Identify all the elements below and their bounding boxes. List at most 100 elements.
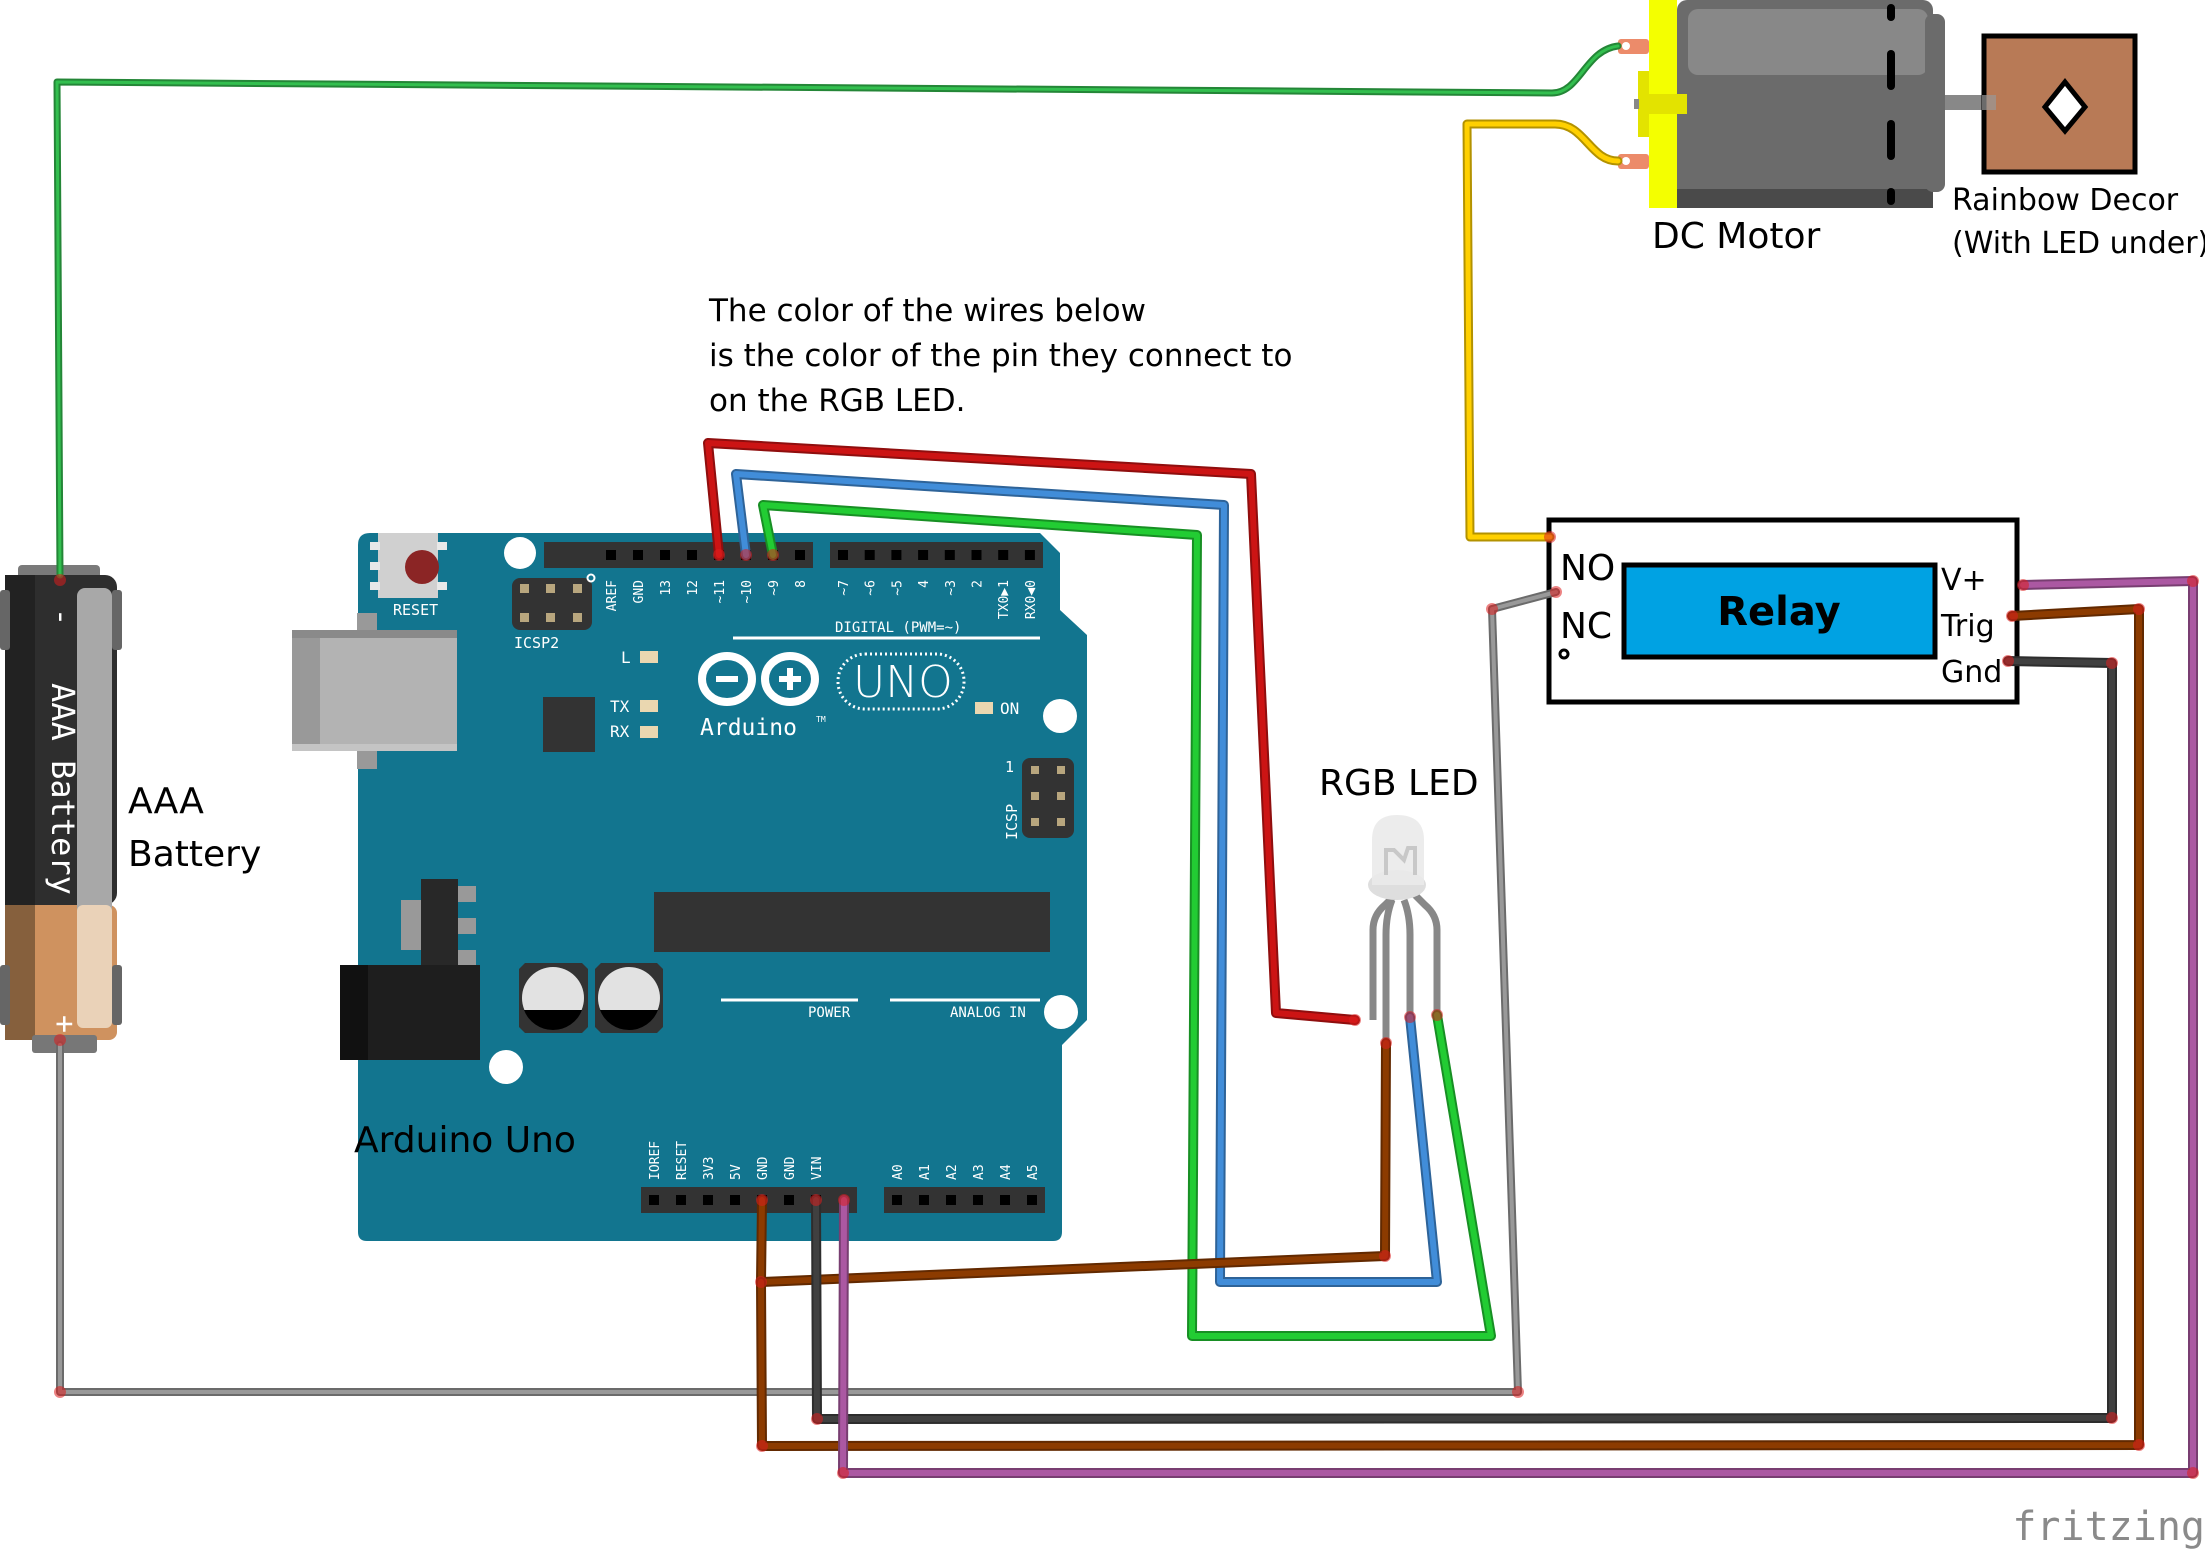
header-socket[interactable]	[606, 550, 616, 560]
pin-label: GND	[632, 580, 647, 604]
wire-endpoint[interactable]	[1431, 1009, 1443, 1021]
note-line-3: on the RGB LED.	[709, 383, 965, 419]
digital-label: DIGITAL (PWM=~)	[835, 620, 961, 636]
usb-bottom	[292, 744, 457, 751]
header-socket[interactable]	[687, 550, 697, 560]
atmega-chip	[654, 892, 1050, 952]
pin-label: ~3	[944, 580, 959, 596]
wire-endpoint[interactable]	[54, 1386, 66, 1398]
wire-endpoint[interactable]	[1486, 603, 1498, 615]
uno-text: UNO	[853, 657, 953, 708]
reset-leg	[370, 542, 380, 550]
relay-module[interactable]: Relay NO NC V+ Trig Gnd	[1546, 517, 2020, 705]
wire-endpoint[interactable]	[713, 549, 725, 561]
pin-label: VIN	[810, 1157, 825, 1180]
header-socket[interactable]	[838, 550, 848, 560]
header-socket[interactable]	[703, 1195, 713, 1205]
relay-title: Relay	[1717, 589, 1840, 635]
battery-clip	[112, 590, 122, 650]
note-line-1: The color of the wires below	[708, 293, 1146, 329]
reset-button[interactable]	[405, 550, 439, 584]
header-socket[interactable]	[944, 550, 955, 560]
decor-shaft-overlap	[1982, 95, 1996, 110]
wire-endpoint[interactable]	[1550, 586, 1562, 598]
motor-to-relay-no-wire[interactable]	[1462, 119, 1623, 542]
header-socket[interactable]	[795, 550, 805, 560]
header-socket[interactable]	[973, 1195, 983, 1205]
mounting-hole	[504, 537, 536, 569]
wire-endpoint[interactable]	[756, 1440, 768, 1452]
rainbow-decor[interactable]	[1981, 33, 2138, 175]
analog-header	[884, 1187, 1045, 1213]
wire-endpoint[interactable]	[2106, 1412, 2118, 1424]
icsp2-header	[512, 578, 592, 630]
usb-chip	[543, 697, 595, 752]
header-socket[interactable]	[649, 1195, 659, 1205]
wire-endpoint[interactable]	[2002, 655, 2014, 667]
regulator-leg	[458, 918, 476, 934]
header-socket[interactable]	[946, 1195, 956, 1205]
battery-highlight-copper	[77, 905, 112, 1028]
wire-endpoint[interactable]	[1544, 531, 1556, 543]
header-socket[interactable]	[918, 550, 929, 560]
wire-endpoint[interactable]	[740, 549, 752, 561]
wire-endpoint[interactable]	[810, 1194, 822, 1206]
terminal-hole	[1622, 42, 1630, 50]
icsp-header	[1022, 758, 1074, 838]
wire-endpoint[interactable]	[54, 574, 66, 586]
wire-endpoint[interactable]	[54, 1034, 66, 1046]
header-socket[interactable]	[676, 1195, 686, 1205]
header-socket[interactable]	[1027, 1195, 1037, 1205]
aaa-battery[interactable]: AAA Battery - +	[0, 565, 122, 1053]
regulator-leg	[458, 886, 476, 902]
wire-endpoint[interactable]	[2187, 1467, 2199, 1479]
header-socket[interactable]	[784, 1195, 794, 1205]
header-socket[interactable]	[864, 550, 875, 560]
mounting-hole	[1043, 699, 1077, 733]
rgb-led[interactable]	[1368, 815, 1441, 1043]
header-socket[interactable]	[891, 550, 902, 560]
header-socket[interactable]	[892, 1195, 902, 1205]
arduino-tm: TM	[816, 715, 826, 724]
wire-endpoint[interactable]	[838, 1194, 850, 1206]
digital-header-low	[830, 542, 1043, 568]
pin-label: IOREF	[648, 1141, 663, 1180]
wire-endpoint[interactable]	[811, 1413, 823, 1425]
pin-label: ~5	[890, 580, 905, 596]
wire-endpoint[interactable]	[2133, 1439, 2145, 1451]
wire-endpoint[interactable]	[767, 549, 779, 561]
header-socket[interactable]	[730, 1195, 740, 1205]
wire-endpoint[interactable]	[1512, 1386, 1524, 1398]
dc-motor[interactable]	[1618, 0, 1995, 208]
wire-endpoint[interactable]	[1380, 1037, 1392, 1049]
pin-label: ~7	[837, 580, 852, 596]
wire-endpoint[interactable]	[1379, 1250, 1391, 1262]
reset-leg	[370, 582, 380, 590]
header-socket[interactable]	[919, 1195, 929, 1205]
relay-trig-label: Trig	[1940, 609, 1995, 644]
wire-endpoint[interactable]	[2187, 575, 2199, 587]
capacitor	[519, 963, 588, 1033]
header-socket[interactable]	[660, 550, 670, 560]
wire-endpoint[interactable]	[756, 1194, 768, 1206]
relay-gnd-label: Gnd	[1941, 655, 2002, 690]
wire-endpoint[interactable]	[2006, 610, 2018, 622]
wire-endpoint[interactable]	[1349, 1014, 1361, 1026]
relay-no-label: NO	[1560, 548, 1615, 589]
header-socket[interactable]	[633, 550, 643, 560]
wire-endpoint[interactable]	[2133, 603, 2145, 615]
wire-endpoint[interactable]	[1404, 1011, 1416, 1023]
wire-endpoint[interactable]	[2106, 657, 2118, 669]
header-socket[interactable]	[1000, 1195, 1010, 1205]
voltage-regulator	[421, 879, 458, 972]
battery-clip	[112, 965, 122, 1025]
wire-endpoint[interactable]	[755, 1276, 767, 1288]
header-socket[interactable]	[998, 550, 1009, 560]
header-socket[interactable]	[971, 550, 982, 560]
mounting-hole	[489, 1050, 523, 1084]
led-rx-label: RX	[610, 722, 630, 741]
decor-label-line2: (With LED under)	[1952, 226, 2205, 261]
header-socket[interactable]	[1024, 550, 1035, 560]
wire-endpoint[interactable]	[2017, 579, 2029, 591]
wire-endpoint[interactable]	[837, 1467, 849, 1479]
